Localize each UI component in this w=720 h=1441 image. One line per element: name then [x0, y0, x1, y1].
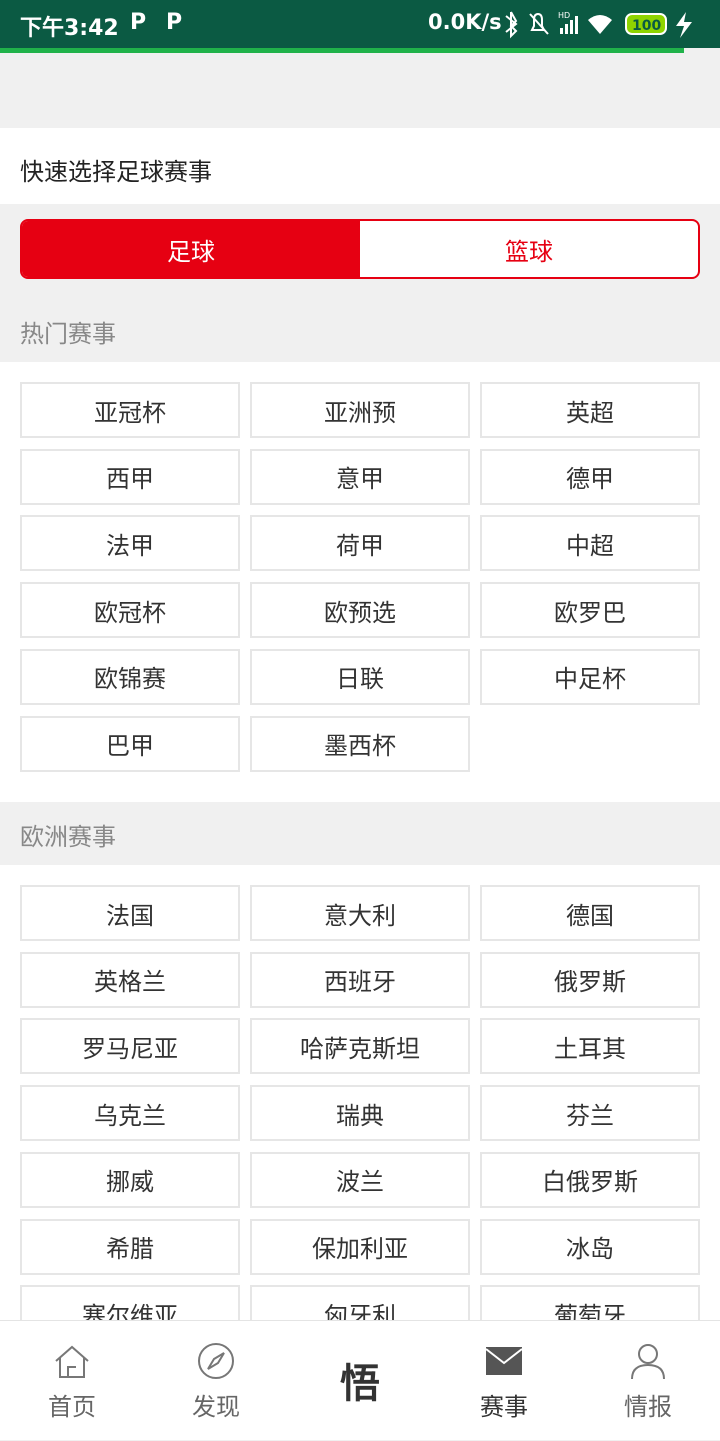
- section-title: 热门赛事: [20, 320, 116, 348]
- league-button[interactable]: 中超: [480, 515, 700, 572]
- bluetooth-icon: [505, 11, 518, 39]
- bottom-tab-bar: 首页 发现 悟 赛事 情报: [0, 1320, 720, 1440]
- tab-basketball[interactable]: 篮球: [360, 221, 698, 277]
- p-notification-icon: P: [130, 10, 147, 35]
- league-button[interactable]: 德甲: [480, 448, 700, 505]
- league-button[interactable]: 冰岛: [480, 1218, 700, 1275]
- charging-icon: [676, 12, 692, 38]
- envelope-icon: [485, 1347, 523, 1375]
- wifi-icon: [588, 15, 612, 34]
- section-title: 欧洲赛事: [20, 823, 116, 851]
- network-speed: 0.0K/s: [428, 10, 502, 34]
- tab-wu[interactable]: 悟: [288, 1321, 432, 1441]
- svg-text:HD: HD: [558, 11, 570, 20]
- section-header-europe: 欧洲赛事: [0, 803, 720, 865]
- league-button[interactable]: 哈萨克斯坦: [250, 1018, 470, 1075]
- compass-icon: [198, 1343, 234, 1379]
- tab-football[interactable]: 足球: [22, 221, 360, 277]
- hot-leagues-grid: 亚冠杯 亚洲预 英超西甲 意甲 德甲法甲 荷甲 中超欧冠杯 欧预选 欧罗巴欧锦赛 日联 中足杯巴甲墨…: [0, 362, 720, 802]
- league-button[interactable]: 塞尔维亚: [20, 1285, 240, 1320]
- mute-icon: [529, 12, 549, 35]
- league-button[interactable]: 土耳其: [480, 1018, 700, 1075]
- league-button[interactable]: 罗马尼亚: [20, 1018, 240, 1075]
- league-button[interactable]: 中足杯: [480, 648, 700, 705]
- user-icon: [631, 1344, 665, 1380]
- tab-label: 情报: [624, 1393, 672, 1421]
- league-button[interactable]: 法甲: [20, 515, 240, 572]
- page-title: 快速选择足球赛事: [20, 158, 212, 186]
- tab-intel[interactable]: 情报: [576, 1321, 720, 1441]
- league-button[interactable]: 保加利亚: [250, 1218, 470, 1275]
- league-button[interactable]: 西甲: [20, 448, 240, 505]
- league-button[interactable]: 瑞典: [250, 1085, 470, 1142]
- status-icons: HD 100: [505, 11, 692, 39]
- tab-discover[interactable]: 发现: [144, 1321, 288, 1441]
- status-time: 下午3:42: [20, 16, 119, 41]
- page-header: 快速选择足球赛事: [0, 128, 720, 204]
- tab-label: 首页: [48, 1393, 96, 1421]
- league-button[interactable]: 英格兰: [20, 951, 240, 1008]
- league-button[interactable]: 巴甲: [20, 715, 240, 772]
- league-button[interactable]: 法国: [20, 885, 240, 941]
- league-button[interactable]: 欧锦赛: [20, 648, 240, 705]
- battery-level: 100: [632, 18, 661, 34]
- league-button[interactable]: 希腊: [20, 1218, 240, 1275]
- league-button[interactable]: 英超: [480, 382, 700, 438]
- league-button[interactable]: 德国: [480, 885, 700, 941]
- league-button[interactable]: 意大利: [250, 885, 470, 941]
- tab-label: 赛事: [480, 1393, 528, 1421]
- home-icon: [55, 1345, 89, 1378]
- league-button[interactable]: 亚冠杯: [20, 382, 240, 438]
- status-bar: 下午3:42 P P 0.0K/s HD 100: [0, 0, 720, 48]
- league-button[interactable]: 西班牙: [250, 951, 470, 1008]
- p-notification-icon-2: P: [166, 10, 183, 35]
- league-button[interactable]: 意甲: [250, 448, 470, 505]
- league-button[interactable]: 白俄罗斯: [480, 1151, 700, 1208]
- league-button[interactable]: 墨西杯: [250, 715, 470, 772]
- league-button[interactable]: 俄罗斯: [480, 951, 700, 1008]
- tab-label: 悟: [340, 1361, 380, 1407]
- league-button[interactable]: 波兰: [250, 1151, 470, 1208]
- league-button[interactable]: 欧罗巴: [480, 582, 700, 639]
- league-button[interactable]: 欧预选: [250, 582, 470, 639]
- league-button[interactable]: 葡萄牙: [480, 1285, 700, 1320]
- league-button[interactable]: 芬兰: [480, 1085, 700, 1142]
- tab-matches[interactable]: 赛事: [432, 1321, 576, 1441]
- league-button[interactable]: 匈牙利: [250, 1285, 470, 1320]
- sport-segmented-control: 足球 篮球: [20, 219, 700, 279]
- league-button[interactable]: 挪威: [20, 1151, 240, 1208]
- league-button[interactable]: 荷甲: [250, 515, 470, 572]
- league-button[interactable]: 亚洲预: [250, 382, 470, 438]
- section-header-hot: 热门赛事: [0, 300, 720, 362]
- top-spacer: [0, 53, 720, 128]
- europe-leagues-grid: 法国 意大利 德国英格兰 西班牙 俄罗斯罗马尼亚 哈萨克斯坦 土耳其乌克兰 瑞典 芬兰挪威 波兰白…: [0, 865, 720, 1320]
- tab-label: 发现: [192, 1393, 240, 1421]
- tab-home[interactable]: 首页: [0, 1321, 144, 1441]
- league-button[interactable]: 欧冠杯: [20, 582, 240, 639]
- league-button[interactable]: 乌克兰: [20, 1085, 240, 1142]
- league-button[interactable]: 日联: [250, 648, 470, 705]
